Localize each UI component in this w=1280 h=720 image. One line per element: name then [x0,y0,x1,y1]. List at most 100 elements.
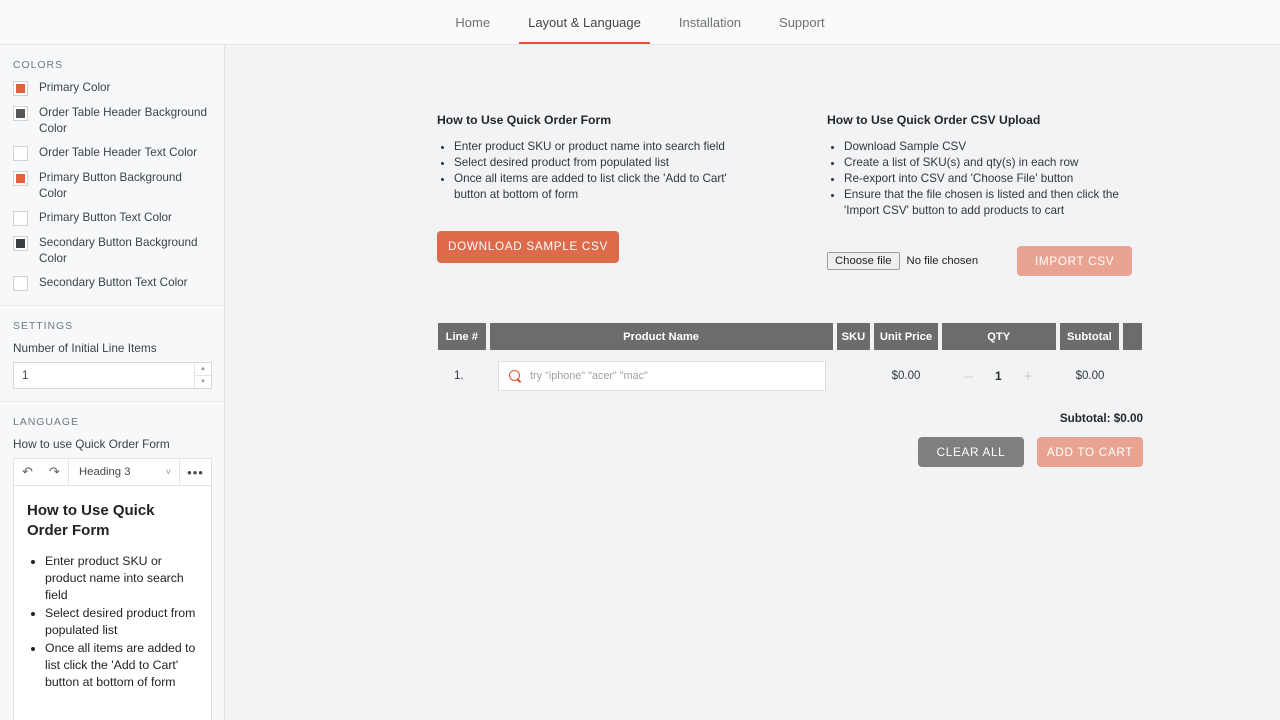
row-subtotal: $0.00 [1058,370,1122,382]
row-qty-stepper: – 1 + [939,369,1058,384]
language-section: LANGUAGE How to use Quick Order Form ↶ ↷… [0,402,224,720]
more-options-icon[interactable]: ••• [180,459,211,485]
color-label: Order Table Header Background Color [39,105,211,136]
colors-section-title: COLORS [13,59,211,71]
color-row-primary-color[interactable]: Primary Color [13,80,211,96]
form-instructions-column: How to Use Quick Order Form Enter produc… [437,113,749,276]
language-section-title: LANGUAGE [13,416,211,428]
column-header-qty: QTY [941,322,1057,351]
page-body: COLORS Primary Color Order Table Header … [0,45,1280,720]
colors-section: COLORS Primary Color Order Table Header … [0,45,224,306]
color-row-primary-button-text[interactable]: Primary Button Text Color [13,210,211,226]
color-row-order-table-header-text[interactable]: Order Table Header Text Color [13,145,211,161]
text-style-value: Heading 3 [79,466,131,478]
list-item: Once all items are added to list click t… [45,640,198,691]
instructions-columns: How to Use Quick Order Form Enter produc… [437,113,1280,276]
color-swatch[interactable] [13,106,28,121]
qty-increase-button[interactable]: + [1024,369,1033,384]
stepper-arrows[interactable]: ▲ ▼ [194,363,211,388]
column-header-sku: SKU [836,322,872,351]
clear-all-button[interactable]: CLEAR ALL [918,437,1024,467]
row-line-number: 1. [437,370,487,382]
stepper-up-icon[interactable]: ▲ [195,363,211,376]
color-swatch[interactable] [13,211,28,226]
color-row-secondary-button-background[interactable]: Secondary Button Background Color [13,235,211,266]
list-item: Select desired product from populated li… [454,155,749,171]
csv-instructions-title: How to Use Quick Order CSV Upload [827,113,1143,127]
text-style-select[interactable]: Heading 3 ˅ [69,459,179,485]
settings-section: SETTINGS Number of Initial Line Items ▲ … [0,306,224,402]
choose-file-button[interactable]: Choose file [827,252,900,270]
nav-item-label: Home [455,15,490,30]
list-item: Create a list of SKU(s) and qty(s) in ea… [844,155,1143,171]
csv-instructions-column: How to Use Quick Order CSV Upload Downlo… [827,113,1143,276]
qty-value[interactable]: 1 [995,369,1002,383]
nav-item-label: Layout & Language [528,15,641,30]
editor-heading: How to Use Quick Order Form [27,501,198,541]
top-navigation: Home Layout & Language Installation Supp… [0,0,1280,45]
import-csv-button[interactable]: IMPORT CSV [1017,246,1132,276]
color-label: Order Table Header Text Color [39,145,197,161]
color-label: Secondary Button Background Color [39,235,211,266]
qty-decrease-button[interactable]: – [965,369,973,384]
color-label: Primary Button Background Color [39,170,211,201]
language-field-label: How to use Quick Order Form [13,437,211,451]
line-items-input[interactable] [14,363,194,388]
nav-item-support[interactable]: Support [760,0,844,44]
subtotal-summary: Subtotal: $0.00 [437,412,1143,425]
order-table-header: Line # Product Name SKU Unit Price QTY S… [437,322,1143,351]
column-header-line: Line # [437,322,487,351]
nav-item-home[interactable]: Home [436,0,509,44]
settings-sidebar: COLORS Primary Color Order Table Header … [0,45,225,720]
search-placeholder: try "iphone" "acer" "mac" [530,370,648,382]
form-instructions-list: Enter product SKU or product name into s… [454,139,749,202]
nav-item-label: Installation [679,15,741,30]
rich-text-editor-content[interactable]: How to Use Quick Order Form Enter produc… [13,486,212,720]
file-status-text: No file chosen [907,255,979,267]
color-label: Primary Color [39,80,110,96]
color-row-order-table-header-background[interactable]: Order Table Header Background Color [13,105,211,136]
settings-section-title: SETTINGS [13,320,211,332]
color-swatch[interactable] [13,81,28,96]
list-item: Ensure that the file chosen is listed an… [844,187,1143,218]
nav-item-installation[interactable]: Installation [660,0,760,44]
line-items-label: Number of Initial Line Items [13,341,211,355]
nav-item-label: Support [779,15,825,30]
table-actions: CLEAR ALL ADD TO CART [437,437,1143,467]
quick-order-form-preview: How to Use Quick Order Form Enter produc… [225,45,1280,467]
color-label: Secondary Button Text Color [39,275,188,291]
undo-icon[interactable]: ↶ [14,459,41,485]
list-item: Once all items are added to list click t… [454,171,749,202]
column-header-subtotal: Subtotal [1059,322,1120,351]
editor-bullet-list: Enter product SKU or product name into s… [45,553,198,691]
nav-item-layout-language[interactable]: Layout & Language [509,0,660,44]
order-table: Line # Product Name SKU Unit Price QTY S… [437,322,1143,467]
product-search-input[interactable]: try "iphone" "acer" "mac" [498,361,826,391]
color-swatch[interactable] [13,276,28,291]
preview-pane: How to Use Quick Order Form Enter produc… [225,45,1280,720]
file-input[interactable]: Choose file No file chosen [827,252,978,270]
line-items-stepper[interactable]: ▲ ▼ [13,362,212,389]
column-header-product-name: Product Name [489,322,834,351]
list-item: Enter product SKU or product name into s… [45,553,198,604]
csv-upload-row: Choose file No file chosen IMPORT CSV [827,246,1143,276]
color-row-primary-button-background[interactable]: Primary Button Background Color [13,170,211,201]
color-swatch[interactable] [13,236,28,251]
column-header-unit-price: Unit Price [873,322,938,351]
row-product-cell: try "iphone" "acer" "mac" [487,361,837,391]
list-item: Re-export into CSV and 'Choose File' but… [844,171,1143,187]
stepper-down-icon[interactable]: ▼ [195,376,211,388]
search-icon [509,370,522,383]
list-item: Enter product SKU or product name into s… [454,139,749,155]
color-label: Primary Button Text Color [39,210,172,226]
download-sample-csv-button[interactable]: DOWNLOAD SAMPLE CSV [437,231,619,263]
redo-icon[interactable]: ↷ [41,459,68,485]
color-swatch[interactable] [13,146,28,161]
list-item: Download Sample CSV [844,139,1143,155]
rich-text-toolbar: ↶ ↷ Heading 3 ˅ ••• [13,458,212,486]
add-to-cart-button[interactable]: ADD TO CART [1037,437,1143,467]
column-header-action [1122,322,1143,351]
color-swatch[interactable] [13,171,28,186]
form-instructions-title: How to Use Quick Order Form [437,113,749,127]
color-row-secondary-button-text[interactable]: Secondary Button Text Color [13,275,211,291]
